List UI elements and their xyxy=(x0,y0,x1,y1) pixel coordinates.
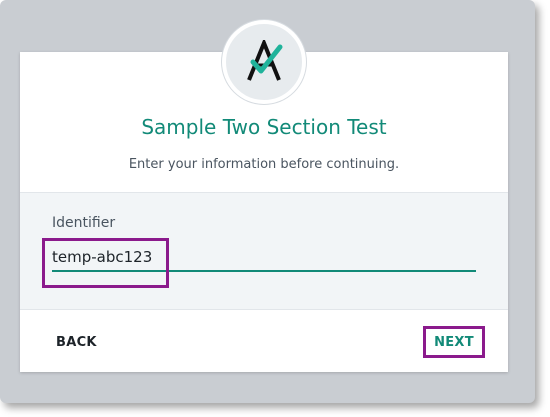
back-button[interactable]: BACK xyxy=(46,328,108,356)
identifier-input[interactable] xyxy=(52,244,476,270)
a-check-logo-icon xyxy=(247,40,283,81)
next-button[interactable]: NEXT xyxy=(423,326,485,358)
page-subtitle: Enter your information before continuing… xyxy=(128,157,400,172)
logo-badge xyxy=(222,20,306,104)
identifier-label: Identifier xyxy=(52,215,116,231)
page-title: Sample Two Section Test xyxy=(141,115,387,139)
identifier-field-wrapper xyxy=(52,244,476,272)
